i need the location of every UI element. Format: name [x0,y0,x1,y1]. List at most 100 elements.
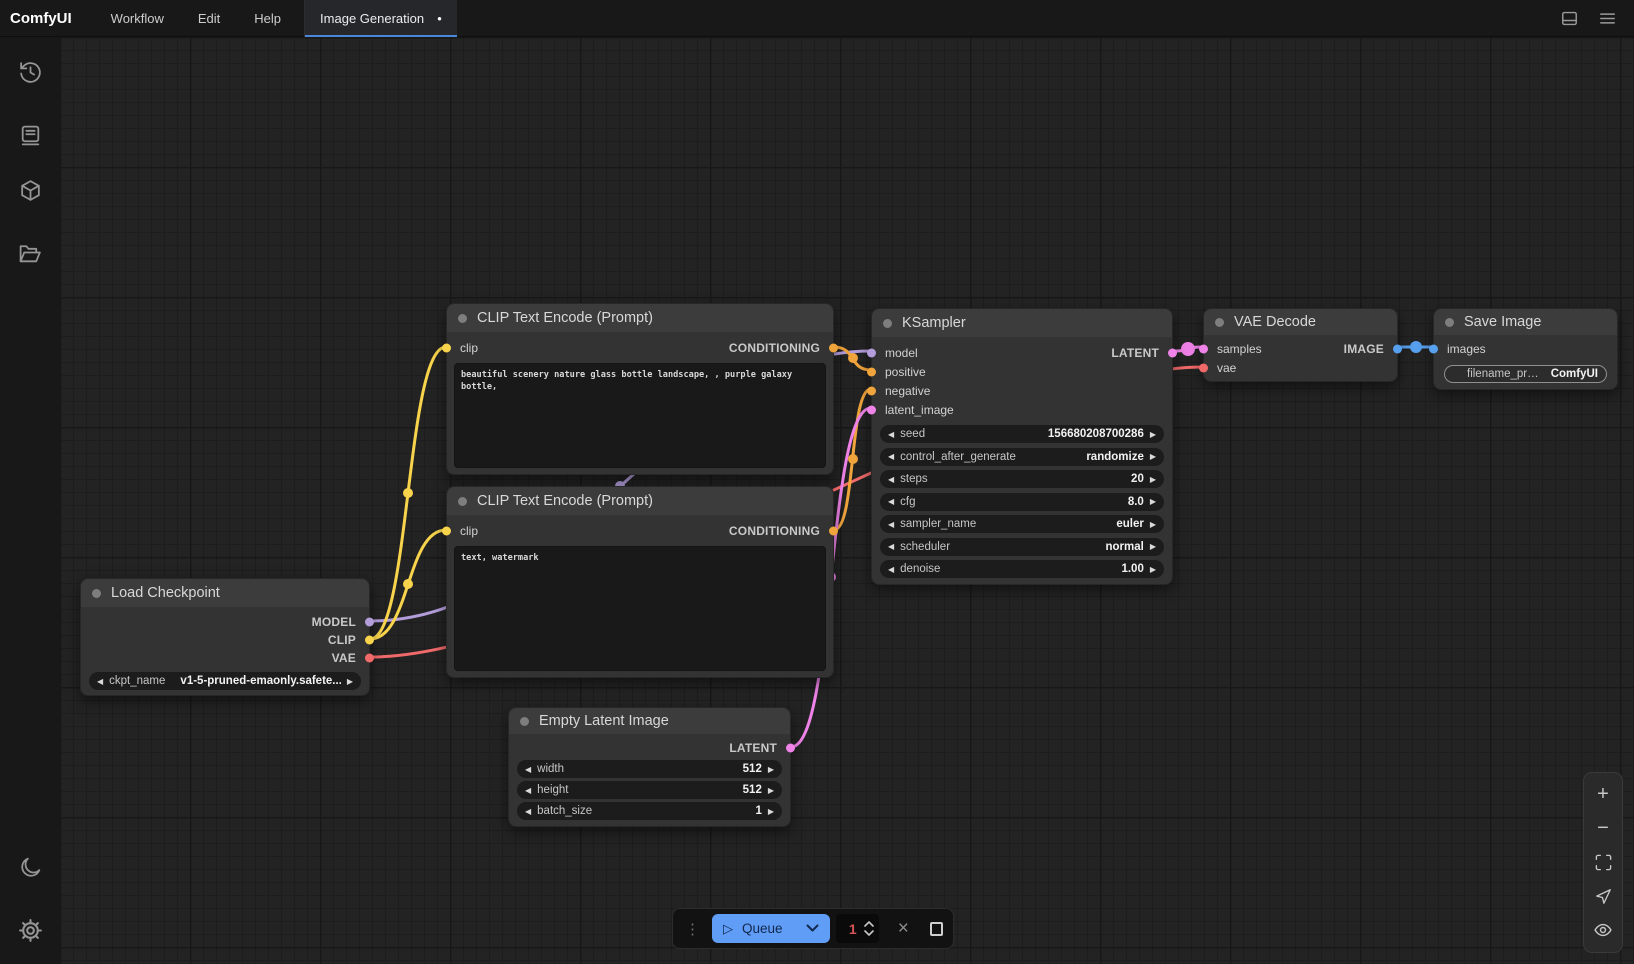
model-library-cube-icon[interactable] [17,177,43,203]
arrow-left-icon[interactable]: ◀ [888,520,894,529]
widget-height[interactable]: ◀ height 512 ▶ [517,781,782,799]
node-header[interactable]: CLIP Text Encode (Prompt) [447,487,833,515]
link-midpoint-dot[interactable] [848,353,858,363]
link-midpoint-dot[interactable] [1181,342,1195,356]
stop-icon[interactable] [930,922,943,936]
node-load-checkpoint[interactable]: Load Checkpoint MODEL CLIP VAE ◀ ckpt_n [80,578,370,696]
chevron-down-icon[interactable] [806,920,819,938]
widget-filename-prefix[interactable]: filename_prefix ComfyUI [1444,365,1607,383]
slot-dot-images-input[interactable] [1429,344,1438,353]
zoom-in-icon[interactable]: + [1591,783,1615,807]
arrow-left-icon[interactable]: ◀ [525,786,531,795]
node-clip-text-encode-negative[interactable]: CLIP Text Encode (Prompt) clip CONDITION… [446,486,834,678]
arrow-left-icon[interactable]: ◀ [888,497,894,506]
widget-seed[interactable]: ◀ seed 156680208700286 ▶ [880,425,1164,443]
settings-gear-icon[interactable] [17,917,43,943]
workflows-folder-icon[interactable] [17,240,43,266]
collapse-dot-icon[interactable] [458,314,467,323]
widget-denoise[interactable]: ◀ denoise 1.00 ▶ [880,560,1164,578]
node-header[interactable]: KSampler [872,309,1172,337]
prompt-textarea[interactable]: text, watermark [454,546,826,671]
slot-dot-clip[interactable] [365,636,374,645]
arrow-left-icon[interactable]: ◀ [888,565,894,574]
spinner-down-icon[interactable] [864,930,874,936]
arrow-right-icon[interactable]: ▶ [1150,497,1156,506]
widget-sampler-name[interactable]: ◀ sampler_name euler ▶ [880,515,1164,533]
spinner-up-icon[interactable] [864,921,874,927]
slot-dot-vae-input[interactable] [1199,363,1208,372]
slot-dot-positive-input[interactable] [867,367,876,376]
menu-help[interactable]: Help [237,0,298,36]
fit-view-icon[interactable] [1591,850,1615,874]
arrow-left-icon[interactable]: ◀ [888,475,894,484]
collapse-dot-icon[interactable] [520,717,529,726]
queue-button[interactable]: ▷ Queue [712,914,830,943]
widget-batch-size[interactable]: ◀ batch_size 1 ▶ [517,802,782,820]
menu-workflow[interactable]: Workflow [94,0,181,36]
widget-width[interactable]: ◀ width 512 ▶ [517,760,782,778]
arrow-right-icon[interactable]: ▶ [768,807,774,816]
arrow-right-icon[interactable]: ▶ [347,677,353,686]
arrow-left-icon[interactable]: ◀ [97,677,103,686]
node-header[interactable]: VAE Decode [1204,309,1397,335]
slot-dot-clip-input[interactable] [442,527,451,536]
collapse-dot-icon[interactable] [1215,318,1224,327]
tab-image-generation[interactable]: Image Generation ● [305,0,457,37]
collapse-dot-icon[interactable] [92,589,101,598]
hamburger-menu-icon[interactable] [1588,0,1626,37]
link-midpoint-dot[interactable] [848,454,858,464]
widget-scheduler[interactable]: ◀ scheduler normal ▶ [880,538,1164,556]
slot-dot-latent-output[interactable] [1168,348,1177,357]
node-ksampler[interactable]: KSampler model LATENT positive negative [871,308,1173,585]
slot-dot-vae[interactable] [365,654,374,663]
node-header[interactable]: Save Image [1434,309,1617,335]
slot-dot-negative-input[interactable] [867,386,876,395]
collapse-dot-icon[interactable] [1445,318,1454,327]
zoom-out-icon[interactable]: − [1591,817,1615,841]
slot-dot-model-input[interactable] [867,348,876,357]
queue-list-icon[interactable] [17,122,43,148]
widget-ckpt-name[interactable]: ◀ ckpt_name v1-5-pruned-emaonly.safete..… [89,672,361,690]
navigation-arrow-icon[interactable] [1591,884,1615,908]
widget-control-after-generate[interactable]: ◀ control_after_generate randomize ▶ [880,448,1164,466]
arrow-left-icon[interactable]: ◀ [525,807,531,816]
arrow-right-icon[interactable]: ▶ [1150,542,1156,551]
collapse-dot-icon[interactable] [883,319,892,328]
arrow-left-icon[interactable]: ◀ [888,452,894,461]
slot-dot-latent-input[interactable] [867,405,876,414]
arrow-right-icon[interactable]: ▶ [1150,452,1156,461]
link-midpoint-dot[interactable] [1410,341,1422,353]
toggle-bottom-panel-icon[interactable] [1550,0,1588,37]
link-midpoint-dot[interactable] [403,579,413,589]
slot-dot-samples-input[interactable] [1199,344,1208,353]
arrow-right-icon[interactable]: ▶ [768,786,774,795]
node-empty-latent-image[interactable]: Empty Latent Image LATENT ◀ width 512 ▶ … [508,707,791,827]
slot-dot-conditioning-output[interactable] [829,344,838,353]
menu-edit[interactable]: Edit [181,0,237,36]
prompt-textarea[interactable]: beautiful scenery nature glass bottle la… [454,363,826,468]
node-header[interactable]: Load Checkpoint [81,579,369,607]
node-vae-decode[interactable]: VAE Decode samples IMAGE vae [1203,308,1398,382]
node-header[interactable]: Empty Latent Image [509,708,790,734]
slot-dot-model[interactable] [365,618,374,627]
drag-handle-icon[interactable]: ⋮ [685,920,700,938]
arrow-left-icon[interactable]: ◀ [888,542,894,551]
comfyui-logo[interactable]: ComfyUI [0,10,94,27]
arrow-right-icon[interactable]: ▶ [1150,565,1156,574]
graph-canvas[interactable]: Load Checkpoint MODEL CLIP VAE ◀ ckpt_n [60,37,1634,964]
arrow-right-icon[interactable]: ▶ [1150,520,1156,529]
slot-dot-clip-input[interactable] [442,344,451,353]
arrow-left-icon[interactable]: ◀ [525,765,531,774]
collapse-dot-icon[interactable] [458,497,467,506]
widget-steps[interactable]: ◀ steps 20 ▶ [880,470,1164,488]
widget-cfg[interactable]: ◀ cfg 8.0 ▶ [880,493,1164,511]
node-save-image[interactable]: Save Image images filename_prefix ComfyU… [1433,308,1618,390]
batch-count-input[interactable]: 1 [836,914,879,943]
node-header[interactable]: CLIP Text Encode (Prompt) [447,304,833,332]
clear-queue-icon[interactable]: × [898,919,909,938]
node-clip-text-encode-positive[interactable]: CLIP Text Encode (Prompt) clip CONDITION… [446,303,834,475]
theme-moon-icon[interactable] [17,854,43,880]
link-midpoint-dot[interactable] [403,488,413,498]
slot-dot-latent-output[interactable] [786,744,795,753]
history-icon[interactable] [17,59,43,85]
